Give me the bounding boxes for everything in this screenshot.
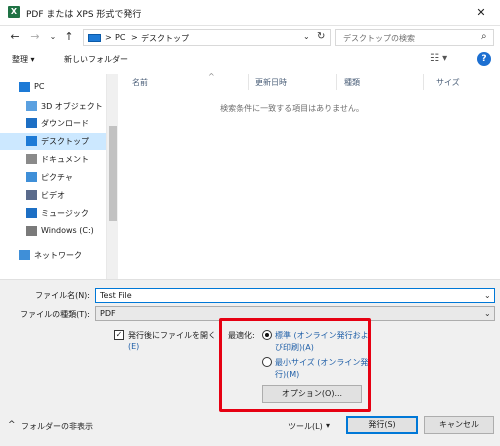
back-arrow-icon[interactable]: ←	[8, 30, 22, 44]
sort-caret-icon: ^	[208, 72, 215, 81]
breadcrumb-separator: >	[131, 33, 138, 42]
filetype-label: ファイルの種類(T):	[20, 310, 90, 319]
pc-icon	[88, 34, 101, 42]
documents-icon	[26, 154, 37, 164]
column-header-name[interactable]: 名前	[132, 77, 148, 88]
filename-dropdown-icon[interactable]: ⌄	[484, 291, 491, 300]
hide-folders-chevron-icon[interactable]: ^	[8, 420, 16, 430]
tools-dropdown-icon[interactable]: ▾	[326, 421, 330, 430]
view-options-icon[interactable]: ☷ ▾	[430, 53, 447, 64]
sidebar-item-videos[interactable]: ビデオ	[0, 187, 106, 204]
3d-objects-icon	[26, 101, 37, 111]
sidebar-item-label: ネットワーク	[34, 251, 82, 260]
column-header-modified[interactable]: 更新日時	[255, 77, 287, 88]
file-list: 名前 ^ 更新日時 種類 サイズ 検索条件に一致する項目はありません。	[118, 72, 500, 279]
cancel-button[interactable]: キャンセル	[424, 416, 494, 434]
excel-app-icon: X	[8, 6, 20, 18]
publish-button[interactable]: 発行(S)	[346, 416, 418, 434]
title-bar: X PDF または XPS 形式で発行 ✕	[0, 0, 500, 26]
column-divider[interactable]	[423, 74, 424, 90]
organize-button[interactable]: 整理 ▾	[12, 54, 35, 65]
sidebar-item-documents[interactable]: ドキュメント	[0, 151, 106, 168]
sidebar-item-label: 3D オブジェクト	[41, 102, 103, 111]
open-after-publish-checkbox[interactable]: ✓	[114, 330, 124, 340]
file-list-scrollbar[interactable]	[488, 74, 500, 279]
filename-value: Test File	[100, 291, 132, 300]
hide-folders-button[interactable]: フォルダーの非表示	[21, 421, 93, 432]
forward-arrow-icon[interactable]: →	[28, 30, 42, 44]
sidebar-scrollbar[interactable]	[106, 74, 118, 279]
help-icon[interactable]: ?	[477, 52, 491, 66]
column-divider[interactable]	[336, 74, 337, 90]
sidebar-item-label: Windows (C:)	[41, 226, 94, 235]
sidebar-scroll-thumb[interactable]	[109, 126, 117, 221]
sidebar-item-pc[interactable]: PC	[0, 79, 106, 96]
pc-icon	[19, 82, 30, 92]
column-header-type[interactable]: 種類	[344, 77, 360, 88]
sidebar-item-3d-objects[interactable]: 3D オブジェクト	[0, 98, 106, 115]
desktop-icon	[26, 136, 37, 146]
sidebar-item-desktop[interactable]: デスクトップ	[0, 133, 106, 150]
download-icon	[26, 118, 37, 128]
sidebar-item-label: デスクトップ	[41, 137, 89, 146]
open-after-publish-shortcut[interactable]: (E)	[128, 342, 139, 351]
drive-icon	[26, 226, 37, 236]
close-button[interactable]: ✕	[470, 4, 492, 22]
search-placeholder: デスクトップの検索	[343, 34, 415, 43]
sidebar-item-network[interactable]: ネットワーク	[0, 247, 106, 264]
column-header-size[interactable]: サイズ	[436, 77, 460, 88]
sidebar-item-music[interactable]: ミュージック	[0, 205, 106, 222]
filename-label: ファイル名(N):	[35, 291, 90, 300]
open-after-publish-label[interactable]: 発行後にファイルを開く	[128, 330, 216, 341]
sidebar-item-label: ミュージック	[41, 209, 89, 218]
highlight-frame	[219, 318, 371, 412]
filetype-dropdown-icon[interactable]: ⌄	[484, 309, 491, 318]
address-dropdown-icon[interactable]: ⌄	[303, 32, 310, 41]
pictures-icon	[26, 172, 37, 182]
navigation-bar: ← → ⌄ ↑ > PC > デスクトップ ⌄ ↻ デスクトップの検索 ⌕	[0, 26, 500, 48]
sidebar-item-label: ダウンロード	[41, 119, 89, 128]
breadcrumb-separator: >	[105, 33, 112, 42]
sidebar-item-drive[interactable]: Windows (C:)	[0, 223, 106, 240]
search-input[interactable]: デスクトップの検索 ⌕	[335, 29, 494, 46]
refresh-icon[interactable]: ↻	[317, 31, 325, 42]
sidebar-item-label: PC	[34, 82, 45, 91]
tools-button[interactable]: ツール(L)	[288, 421, 323, 432]
sidebar-item-label: ピクチャ	[41, 173, 73, 182]
sidebar-item-label: ビデオ	[41, 191, 65, 200]
up-arrow-icon[interactable]: ↑	[62, 30, 76, 44]
navigation-pane: PC 3D オブジェクト ダウンロード デスクトップ ドキュメント ピクチャビデオミュージ…	[0, 74, 118, 279]
sidebar-item-pictures[interactable]: ピクチャ	[0, 169, 106, 186]
command-toolbar: 整理 ▾ 新しいフォルダー ☷ ▾ ?	[0, 48, 500, 72]
search-icon[interactable]: ⌕	[481, 31, 487, 42]
recent-locations-dropdown[interactable]: ⌄	[46, 30, 60, 44]
breadcrumb-desktop[interactable]: デスクトップ	[141, 33, 189, 44]
filetype-value: PDF	[100, 309, 116, 318]
network-icon	[19, 250, 30, 260]
filename-input[interactable]: Test File ⌄	[95, 288, 495, 303]
empty-message: 検索条件に一致する項目はありません。	[220, 104, 364, 113]
new-folder-button[interactable]: 新しいフォルダー	[64, 54, 128, 65]
sidebar-item-label: ドキュメント	[41, 155, 89, 164]
address-bar[interactable]: > PC > デスクトップ ⌄ ↻	[83, 29, 331, 46]
breadcrumb-pc[interactable]: PC	[115, 33, 125, 42]
music-icon	[26, 208, 37, 218]
window-title: PDF または XPS 形式で発行	[26, 10, 142, 20]
column-divider[interactable]	[248, 74, 249, 90]
sidebar-item-download[interactable]: ダウンロード	[0, 115, 106, 132]
videos-icon	[26, 190, 37, 200]
